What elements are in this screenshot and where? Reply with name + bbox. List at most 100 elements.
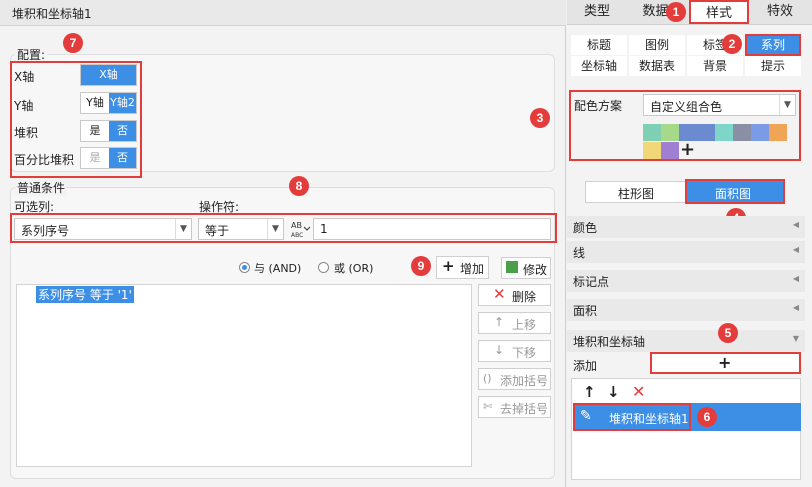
condition-list-item[interactable]: 系列序号 等于 '1' — [36, 286, 134, 303]
color-swatch[interactable] — [643, 124, 661, 141]
tab-style[interactable]: 样式 — [689, 0, 749, 24]
subtab-datatable[interactable]: 数据表 — [629, 56, 685, 76]
operator-select[interactable]: 等于 ▼ — [198, 218, 284, 240]
badge-3: 3 — [530, 108, 550, 128]
badge-6: 6 — [697, 407, 717, 427]
badge-8: 8 — [289, 176, 309, 196]
value-type-icon[interactable]: AB ABC — [289, 219, 311, 239]
percent-stack-no[interactable]: 否 — [109, 148, 136, 168]
y-axis-option-1[interactable]: Y轴 — [81, 93, 109, 113]
stack-item-label: 堆积和坐标轴1 — [609, 412, 689, 426]
section-line-label: 线 — [573, 246, 586, 260]
color-swatch[interactable] — [733, 124, 751, 141]
add-bracket-label: 添加括号 — [500, 374, 549, 388]
modify-condition-button[interactable]: 修改 — [501, 257, 551, 279]
badge-1: 1 — [666, 2, 686, 22]
badge-5: 5 — [718, 323, 738, 343]
svg-text:AB: AB — [291, 221, 302, 230]
percent-stack-toggle[interactable]: 是 否 — [80, 147, 137, 169]
remove-bracket-icon: ✄ — [483, 400, 493, 413]
window-title: 堆积和坐标轴1 — [12, 7, 92, 21]
color-scheme-label: 配色方案 — [574, 99, 623, 113]
arrow-down-icon[interactable]: ↓ — [607, 383, 620, 401]
color-swatch[interactable] — [661, 142, 679, 159]
stack-toggle[interactable]: 是 否 — [80, 120, 137, 142]
color-swatch[interactable] — [697, 124, 715, 141]
subtab-tip[interactable]: 提示 — [745, 56, 801, 76]
color-swatch[interactable] — [661, 124, 679, 141]
x-axis-label: X轴 — [14, 70, 35, 84]
y-axis-toggle[interactable]: Y轴 Y轴2 — [80, 92, 137, 114]
move-up-button[interactable]: ↑ 上移 — [478, 312, 551, 334]
subtab-background[interactable]: 背景 — [687, 56, 743, 76]
stack-no[interactable]: 否 — [109, 121, 136, 141]
subtab-legend[interactable]: 图例 — [629, 35, 685, 55]
tab-effect[interactable]: 特效 — [755, 0, 805, 24]
delete-x-icon[interactable]: ✕ — [632, 382, 645, 401]
x-axis-toggle[interactable]: X轴 — [80, 64, 137, 86]
condition-list[interactable]: 系列序号 等于 '1' — [16, 284, 472, 467]
value-input[interactable]: 1 — [313, 218, 551, 240]
section-stack-axis-label: 堆积和坐标轴 — [573, 335, 646, 349]
radio-dot-icon — [242, 265, 247, 270]
chart-type-bar-label: 柱形图 — [618, 187, 655, 201]
add-bracket-button[interactable]: () 添加括号 — [478, 368, 551, 390]
move-down-button[interactable]: ↓ 下移 — [478, 340, 551, 362]
and-radio[interactable] — [239, 262, 250, 273]
subtab-axis[interactable]: 坐标轴 — [571, 56, 627, 76]
chart-type-area[interactable]: 面积图 — [685, 179, 785, 204]
color-swatch[interactable] — [769, 124, 787, 141]
chart-type-area-label: 面积图 — [715, 187, 752, 201]
chart-type-bar[interactable]: 柱形图 — [585, 181, 687, 203]
add-condition-button[interactable]: + 增加 — [436, 256, 489, 279]
or-label: 或 (OR) — [334, 262, 374, 275]
color-swatches: + — [643, 124, 787, 160]
plus-icon: + — [442, 257, 455, 275]
chevron-left-icon: ◀ — [792, 220, 799, 229]
section-line[interactable]: 线 ◀ — [567, 241, 805, 263]
chevron-down-icon: ▼ — [792, 334, 799, 343]
x-axis-option[interactable]: X轴 — [81, 65, 136, 85]
pencil-icon[interactable]: ✎ — [580, 408, 592, 424]
delete-button[interactable]: ✕ 删除 — [478, 284, 551, 306]
edit-icon — [506, 261, 518, 273]
condition-legend: 普通条件 — [15, 179, 68, 196]
section-color[interactable]: 颜色 ◀ — [567, 216, 805, 238]
color-swatch[interactable] — [751, 124, 769, 141]
badge-7: 7 — [63, 33, 83, 53]
delete-label: 删除 — [512, 290, 537, 304]
chevron-left-icon: ◀ — [792, 245, 799, 254]
bracket-icon: () — [483, 372, 492, 385]
percent-stack-yes: 是 — [89, 151, 101, 164]
arrow-up-icon[interactable]: ↑ — [583, 383, 596, 401]
remove-bracket-button[interactable]: ✄ 去掉括号 — [478, 396, 551, 418]
move-down-label: 下移 — [512, 346, 537, 360]
percent-stack-label: 百分比堆积 — [14, 153, 75, 167]
color-swatch[interactable] — [715, 124, 733, 141]
chevron-left-icon: ◀ — [792, 274, 799, 283]
section-color-label: 颜色 — [573, 221, 598, 235]
stack-label: 堆积 — [14, 126, 39, 140]
badge-9: 9 — [411, 256, 431, 276]
tab-type[interactable]: 类型 — [572, 0, 622, 24]
arrow-down-icon: ↓ — [494, 343, 505, 357]
arrow-up-icon: ↑ — [494, 315, 505, 329]
subtab-title[interactable]: 标题 — [571, 35, 627, 55]
y-axis-option-2[interactable]: Y轴2 — [109, 93, 136, 113]
color-swatch[interactable] — [643, 142, 661, 159]
or-radio[interactable] — [318, 262, 329, 273]
svg-text:ABC: ABC — [291, 232, 303, 239]
color-scheme-select[interactable]: 自定义组合色 ▼ — [643, 94, 796, 116]
add-color-icon[interactable]: + — [680, 139, 695, 160]
stack-yes[interactable]: 是 — [81, 121, 109, 141]
chevron-left-icon: ◀ — [792, 303, 799, 312]
section-area[interactable]: 面积 ◀ — [567, 299, 805, 321]
section-marker[interactable]: 标记点 ◀ — [567, 270, 805, 292]
plus-icon: + — [718, 353, 732, 372]
section-stack-axis[interactable]: 堆积和坐标轴 ▼ — [567, 330, 805, 352]
field-select[interactable]: 系列序号 ▼ — [14, 218, 192, 240]
subtab-series[interactable]: 系列 — [745, 34, 801, 56]
move-up-label: 上移 — [512, 318, 537, 332]
section-marker-label: 标记点 — [573, 275, 610, 289]
add-stack-button[interactable]: + — [650, 352, 801, 374]
